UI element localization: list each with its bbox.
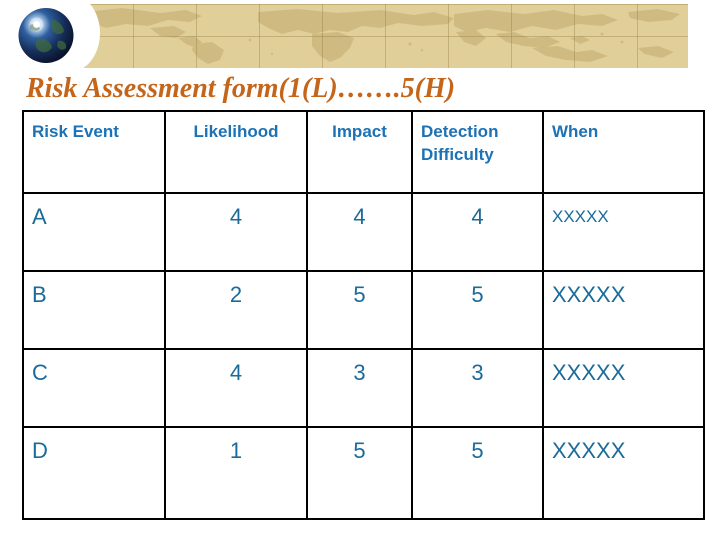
table-row: B 2 5 5 XXXXX <box>22 270 705 350</box>
cell-detection-difficulty: 5 <box>411 426 544 520</box>
cell-detection-difficulty: 3 <box>411 348 544 428</box>
cell-impact: 4 <box>306 192 413 272</box>
table-row: C 4 3 3 XXXXX <box>22 348 705 428</box>
cell-risk-event: C <box>22 348 166 428</box>
column-header-risk-event: Risk Event <box>22 110 166 194</box>
column-header-likelihood: Likelihood <box>164 110 308 194</box>
table-row: D 1 5 5 XXXXX <box>22 426 705 520</box>
cell-impact: 5 <box>306 270 413 350</box>
table-row: A 4 4 4 XXXXX <box>22 192 705 272</box>
risk-assessment-table: Risk Event Likelihood Impact Detection D… <box>22 110 705 520</box>
cell-risk-event: B <box>22 270 166 350</box>
page-title: Risk Assessment form(1(L)…….5(H) <box>26 73 456 104</box>
page-header <box>0 0 720 72</box>
cell-detection-difficulty: 5 <box>411 270 544 350</box>
world-map-banner <box>62 4 688 68</box>
cell-likelihood: 4 <box>164 348 308 428</box>
globe-icon <box>18 7 74 64</box>
cell-when: XXXXX <box>542 192 705 272</box>
column-header-impact: Impact <box>306 110 413 194</box>
world-map-gridlines <box>62 4 688 68</box>
cell-risk-event: D <box>22 426 166 520</box>
cell-likelihood: 1 <box>164 426 308 520</box>
column-header-when: When <box>542 110 705 194</box>
cell-likelihood: 4 <box>164 192 308 272</box>
column-header-detection-difficulty: Detection Difficulty <box>411 110 544 194</box>
cell-when: XXXXX <box>542 348 705 428</box>
cell-likelihood: 2 <box>164 270 308 350</box>
cell-impact: 5 <box>306 426 413 520</box>
cell-when: XXXXX <box>542 270 705 350</box>
cell-when: XXXXX <box>542 426 705 520</box>
cell-impact: 3 <box>306 348 413 428</box>
cell-detection-difficulty: 4 <box>411 192 544 272</box>
cell-risk-event: A <box>22 192 166 272</box>
table-header-row: Risk Event Likelihood Impact Detection D… <box>22 110 705 194</box>
